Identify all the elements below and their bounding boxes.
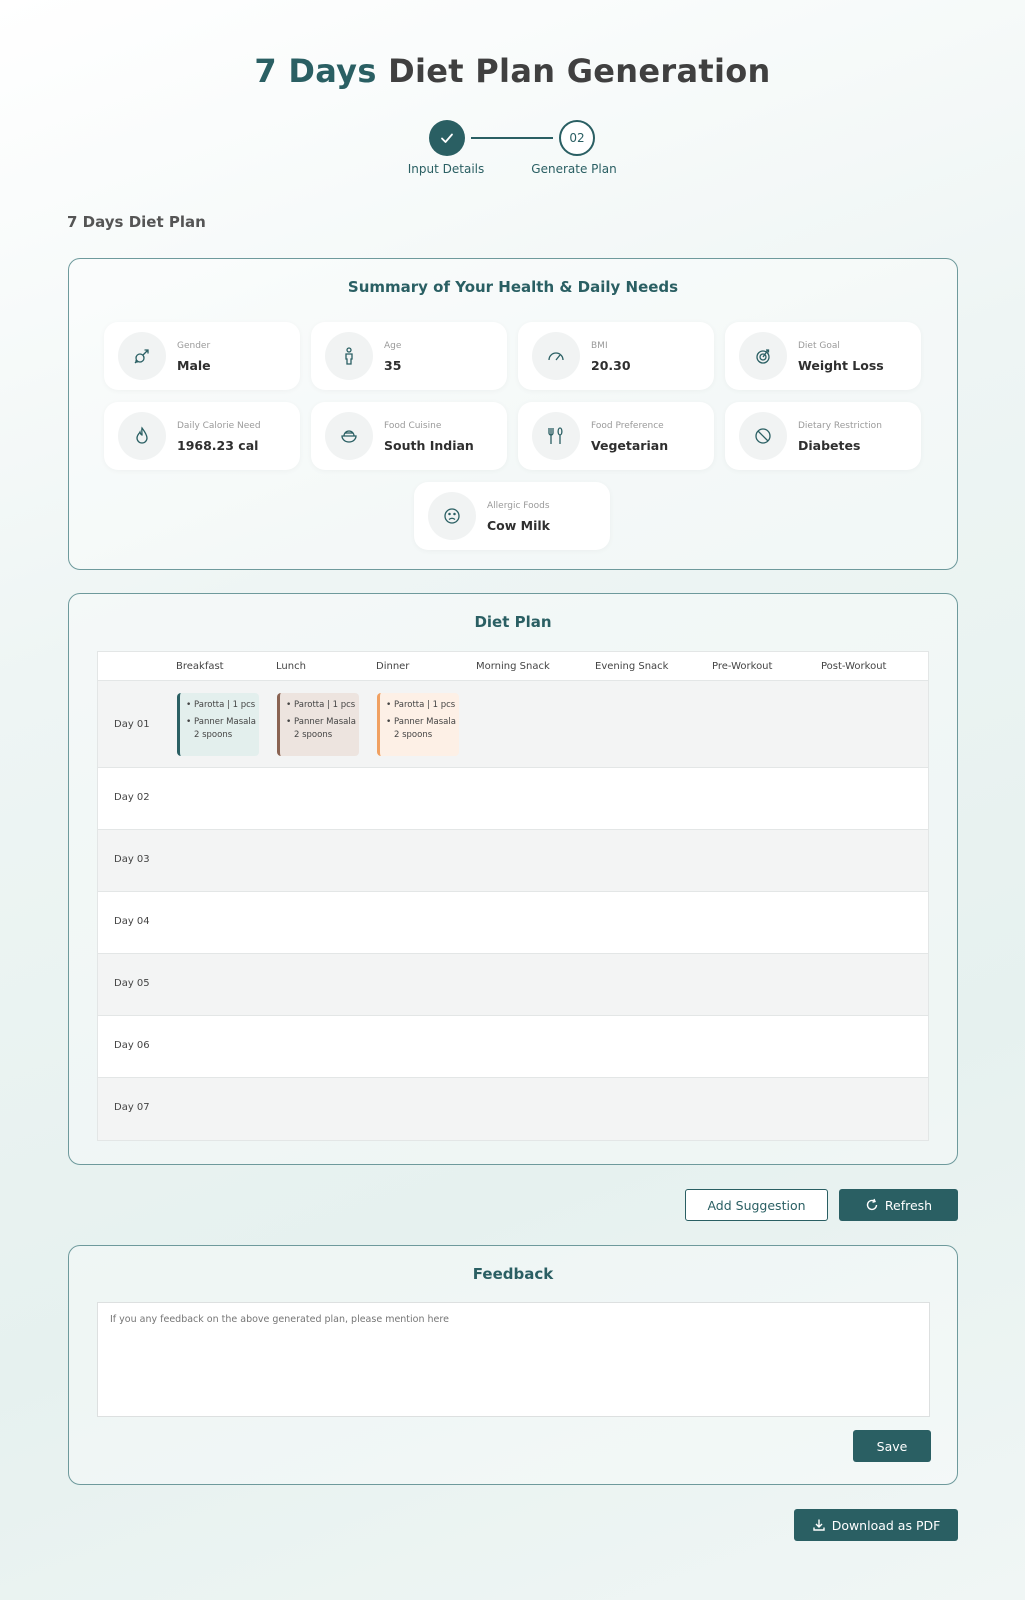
table-row: Day 04 xyxy=(98,892,928,954)
page-title-accent: 7 Days xyxy=(254,52,377,90)
refresh-label: Refresh xyxy=(884,1197,933,1213)
metric-value: Male xyxy=(177,358,211,373)
metric-label: Age xyxy=(384,341,402,351)
day-label: Day 02 xyxy=(114,792,150,803)
column-header: Morning Snack xyxy=(476,661,550,672)
refresh-button[interactable]: Refresh xyxy=(839,1189,958,1221)
metric-label: Food Preference xyxy=(591,421,664,431)
meal-item: Parotta | 1 pcs xyxy=(386,699,459,712)
download-pdf-button[interactable]: Download as PDF xyxy=(794,1509,958,1541)
summary-card: Summary of Your Health & Daily Needs Gen… xyxy=(68,258,958,570)
meal-item: Panner Masala 2 spoons xyxy=(386,716,459,742)
add-suggestion-button[interactable]: Add Suggestion xyxy=(685,1189,828,1221)
meal-card-dinner[interactable]: Parotta | 1 pcs Panner Masala 2 spoons xyxy=(377,693,459,756)
metric-bmi: BMI 20.30 xyxy=(518,322,714,390)
table-header: Breakfast Lunch Dinner Morning Snack Eve… xyxy=(98,652,928,681)
table-row: Day 01 Parotta | 1 pcs Panner Masala 2 s… xyxy=(98,681,928,768)
column-header: Lunch xyxy=(276,661,306,672)
meal-item: Panner Masala 2 spoons xyxy=(186,716,259,742)
meal-item: Panner Masala 2 spoons xyxy=(286,716,359,742)
metric-value: 35 xyxy=(384,358,402,373)
feedback-textarea[interactable] xyxy=(97,1302,930,1417)
section-heading: 7 Days Diet Plan xyxy=(67,213,206,231)
step-generate-plan[interactable]: 02 xyxy=(559,120,595,156)
table-row: Day 06 xyxy=(98,1016,928,1078)
column-header: Pre-Workout xyxy=(712,661,773,672)
save-label: Save xyxy=(876,1438,908,1454)
feedback-title: Feedback xyxy=(472,1265,554,1283)
table-row: Day 07 xyxy=(98,1078,928,1140)
gauge-icon xyxy=(532,332,580,380)
metric-daily-calorie: Daily Calorie Need 1968.23 cal xyxy=(104,402,300,470)
day-label: Day 01 xyxy=(114,719,150,730)
save-button[interactable]: Save xyxy=(853,1430,931,1462)
day-label: Day 07 xyxy=(114,1102,150,1113)
metric-diet-goal: Diet Goal Weight Loss xyxy=(725,322,921,390)
step-label-generate-plan: Generate Plan xyxy=(531,162,617,176)
meal-item: Parotta | 1 pcs xyxy=(286,699,359,712)
day-label: Day 04 xyxy=(114,916,150,927)
diet-plan-table: Breakfast Lunch Dinner Morning Snack Eve… xyxy=(97,651,929,1141)
meal-card-breakfast[interactable]: Parotta | 1 pcs Panner Masala 2 spoons xyxy=(177,693,259,756)
metric-age: Age 35 xyxy=(311,322,507,390)
check-icon xyxy=(441,133,453,143)
diet-plan-title: Diet Plan xyxy=(474,613,552,631)
sad-face-icon xyxy=(428,492,476,540)
metric-value: 1968.23 cal xyxy=(177,438,259,453)
step-label-input-details: Input Details xyxy=(407,162,485,176)
metric-label: Allergic Foods xyxy=(487,501,550,511)
table-row: Day 03 xyxy=(98,830,928,892)
table-row: Day 05 xyxy=(98,954,928,1016)
metric-allergic-foods: Allergic Foods Cow Milk xyxy=(414,482,610,550)
page-title: 7 Days Diet Plan Generation xyxy=(0,52,1025,90)
day-label: Day 06 xyxy=(114,1040,150,1051)
metric-label: Daily Calorie Need xyxy=(177,421,261,431)
step-connector xyxy=(471,137,553,139)
refresh-icon xyxy=(866,1198,878,1211)
ban-icon xyxy=(739,412,787,460)
metric-value: Weight Loss xyxy=(798,358,884,373)
gender-icon xyxy=(118,332,166,380)
metric-food-cuisine: Food Cuisine South Indian xyxy=(311,402,507,470)
metric-label: Gender xyxy=(177,341,211,351)
flame-icon xyxy=(118,412,166,460)
metric-label: Diet Goal xyxy=(798,341,840,351)
metric-gender: Gender Male xyxy=(104,322,300,390)
target-icon xyxy=(739,332,787,380)
person-icon xyxy=(325,332,373,380)
diet-plan-card: Diet Plan Breakfast Lunch Dinner Morning… xyxy=(68,593,958,1165)
download-icon xyxy=(812,1519,825,1531)
metric-value: Cow Milk xyxy=(487,518,550,533)
day-label: Day 03 xyxy=(114,854,150,865)
metric-dietary-restriction: Dietary Restriction Diabetes xyxy=(725,402,921,470)
metric-value: Vegetarian xyxy=(591,438,669,453)
meal-card-lunch[interactable]: Parotta | 1 pcs Panner Masala 2 spoons xyxy=(277,693,359,756)
metric-label: Dietary Restriction xyxy=(798,421,882,431)
metric-food-preference: Food Preference Vegetarian xyxy=(518,402,714,470)
column-header: Dinner xyxy=(376,661,410,672)
step-input-details[interactable] xyxy=(429,120,465,156)
metric-label: BMI xyxy=(591,341,608,351)
meal-item: Parotta | 1 pcs xyxy=(186,699,259,712)
metric-label: Food Cuisine xyxy=(384,421,442,431)
bowl-icon xyxy=(325,412,373,460)
add-suggestion-label: Add Suggestion xyxy=(707,1197,806,1213)
page-title-rest: Diet Plan Generation xyxy=(376,52,771,90)
download-pdf-label: Download as PDF xyxy=(831,1517,941,1533)
metric-value: 20.30 xyxy=(591,358,631,373)
metric-value: South Indian xyxy=(384,438,474,453)
column-header: Evening Snack xyxy=(595,661,669,672)
summary-title: Summary of Your Health & Daily Needs xyxy=(347,278,679,296)
feedback-card: Feedback Save xyxy=(68,1245,958,1485)
table-row: Day 02 xyxy=(98,768,928,830)
utensils-icon xyxy=(532,412,580,460)
day-label: Day 05 xyxy=(114,978,150,989)
column-header: Post-Workout xyxy=(821,661,887,672)
metric-value: Diabetes xyxy=(798,438,861,453)
progress-stepper: 02 Input Details Generate Plan xyxy=(0,120,1025,180)
column-header: Breakfast xyxy=(176,661,224,672)
